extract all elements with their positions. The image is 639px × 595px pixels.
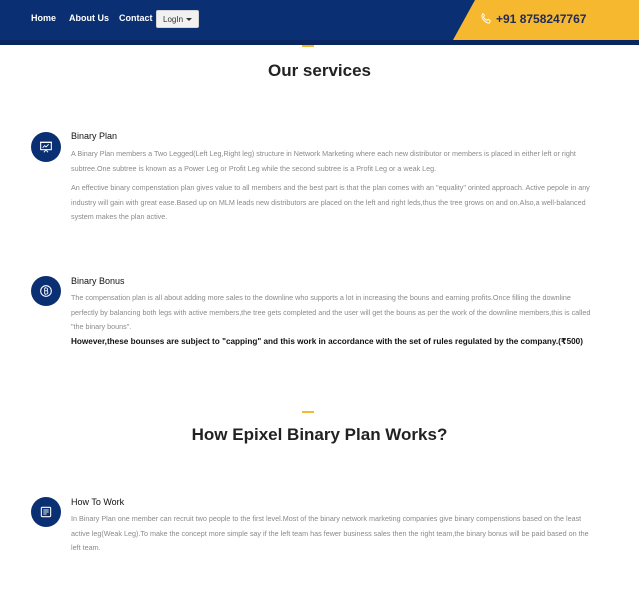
caret-down-icon xyxy=(186,17,193,21)
binary-bonus-title: Binary Bonus xyxy=(71,276,125,286)
how-it-works-section-title: How Epixel Binary Plan Works? xyxy=(191,425,448,444)
navbar-bottom-border xyxy=(0,40,639,45)
binary-bonus-capping-note: However,these bounses are subject to "ca… xyxy=(71,337,583,346)
document-icon xyxy=(31,497,61,527)
section-accent-bar xyxy=(302,411,314,413)
login-label: LogIn xyxy=(163,14,184,24)
how-to-work-title: How To Work xyxy=(71,497,125,507)
section-accent-bar xyxy=(302,45,314,47)
nav-about-link[interactable]: About Us xyxy=(69,13,109,23)
bitcoin-icon xyxy=(31,276,61,306)
nav-contact-link[interactable]: Contact xyxy=(119,13,153,23)
binary-plan-title: Binary Plan xyxy=(71,131,118,141)
nav-home-link[interactable]: Home xyxy=(31,13,56,23)
services-section-title: Our services xyxy=(267,61,371,80)
presentation-icon xyxy=(31,132,61,162)
binary-plan-paragraph-2: An effective binary compenstation plan g… xyxy=(71,183,590,221)
phone-number[interactable]: +91 8758247767 xyxy=(496,12,586,26)
how-to-work-paragraph: In Binary Plan one member can recruit tw… xyxy=(71,514,589,552)
phone-icon xyxy=(481,12,491,24)
binary-plan-paragraph-1: A Binary Plan members a Two Legged(Left … xyxy=(71,149,576,173)
binary-bonus-paragraph: The compensation plan is all about addin… xyxy=(71,293,591,331)
login-dropdown-button[interactable]: LogIn xyxy=(156,10,200,28)
